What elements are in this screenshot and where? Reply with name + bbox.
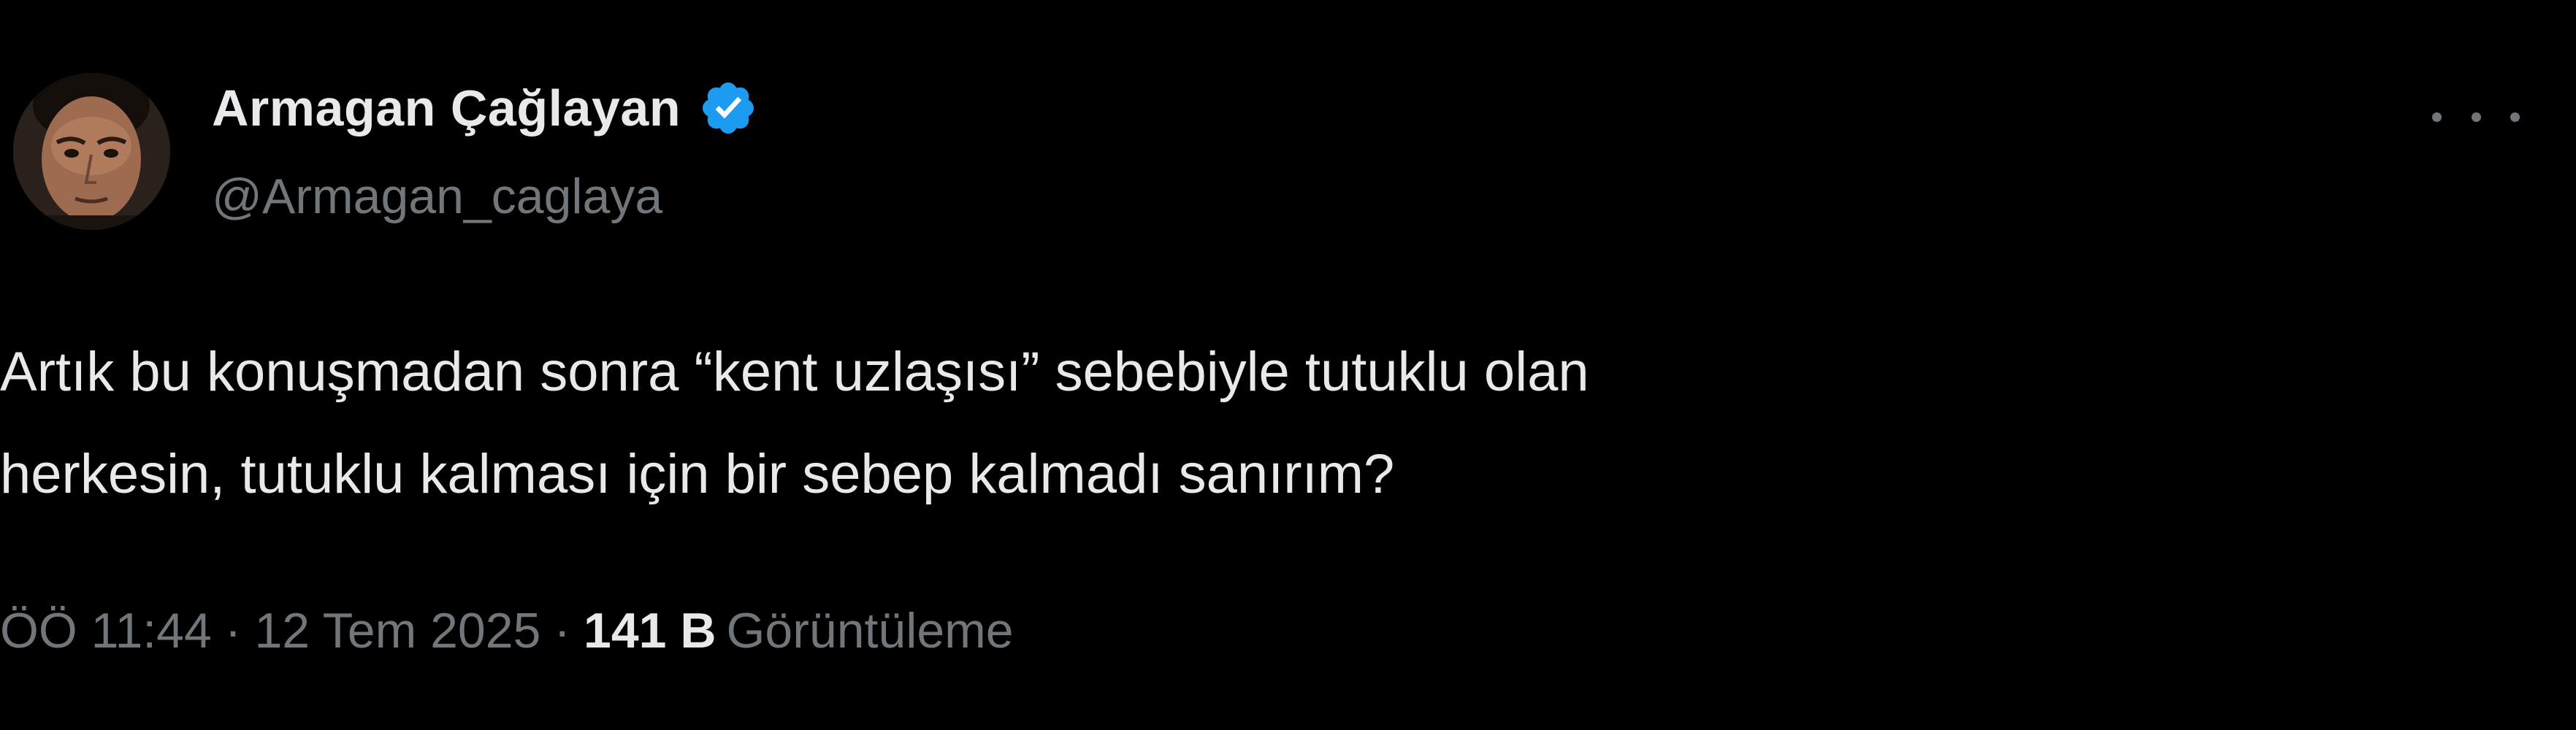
more-dot <box>2510 112 2520 122</box>
tweet-date[interactable]: 12 Tem 2025 <box>254 606 540 656</box>
author-name-row: Armagan Çağlayan <box>212 79 758 137</box>
views-label: Görüntüleme <box>726 603 1014 658</box>
tweet-text-line: Artık bu konuşmadan sonra “kent uzlaşısı… <box>0 341 1589 403</box>
tweet-text: Artık bu konuşmadan sonra “kent uzlaşısı… <box>0 321 2483 526</box>
meta-separator: · <box>554 603 571 658</box>
avatar[interactable] <box>13 73 170 230</box>
tweet: Armagan Çağlayan @Armagan_caglaya Artık … <box>0 0 2576 730</box>
more-dot <box>2432 112 2442 122</box>
more-dot <box>2471 112 2481 122</box>
avatar-image <box>13 73 170 230</box>
tweet-meta: ÖÖ 11:44 · 12 Tem 2025 · 141 B Görüntüle… <box>0 606 1014 656</box>
tweet-text-line: herkesin, tutuklu kalması için bir sebep… <box>0 443 1395 505</box>
verified-badge-icon <box>698 78 758 138</box>
author-handle[interactable]: @Armagan_caglaya <box>212 172 662 221</box>
meta-separator: · <box>224 603 242 658</box>
views-count[interactable]: 141 B <box>584 606 716 656</box>
more-options-icon[interactable] <box>2432 95 2520 139</box>
tweet-time[interactable]: ÖÖ 11:44 <box>0 606 212 656</box>
author-display-name[interactable]: Armagan Çağlayan <box>212 79 681 137</box>
